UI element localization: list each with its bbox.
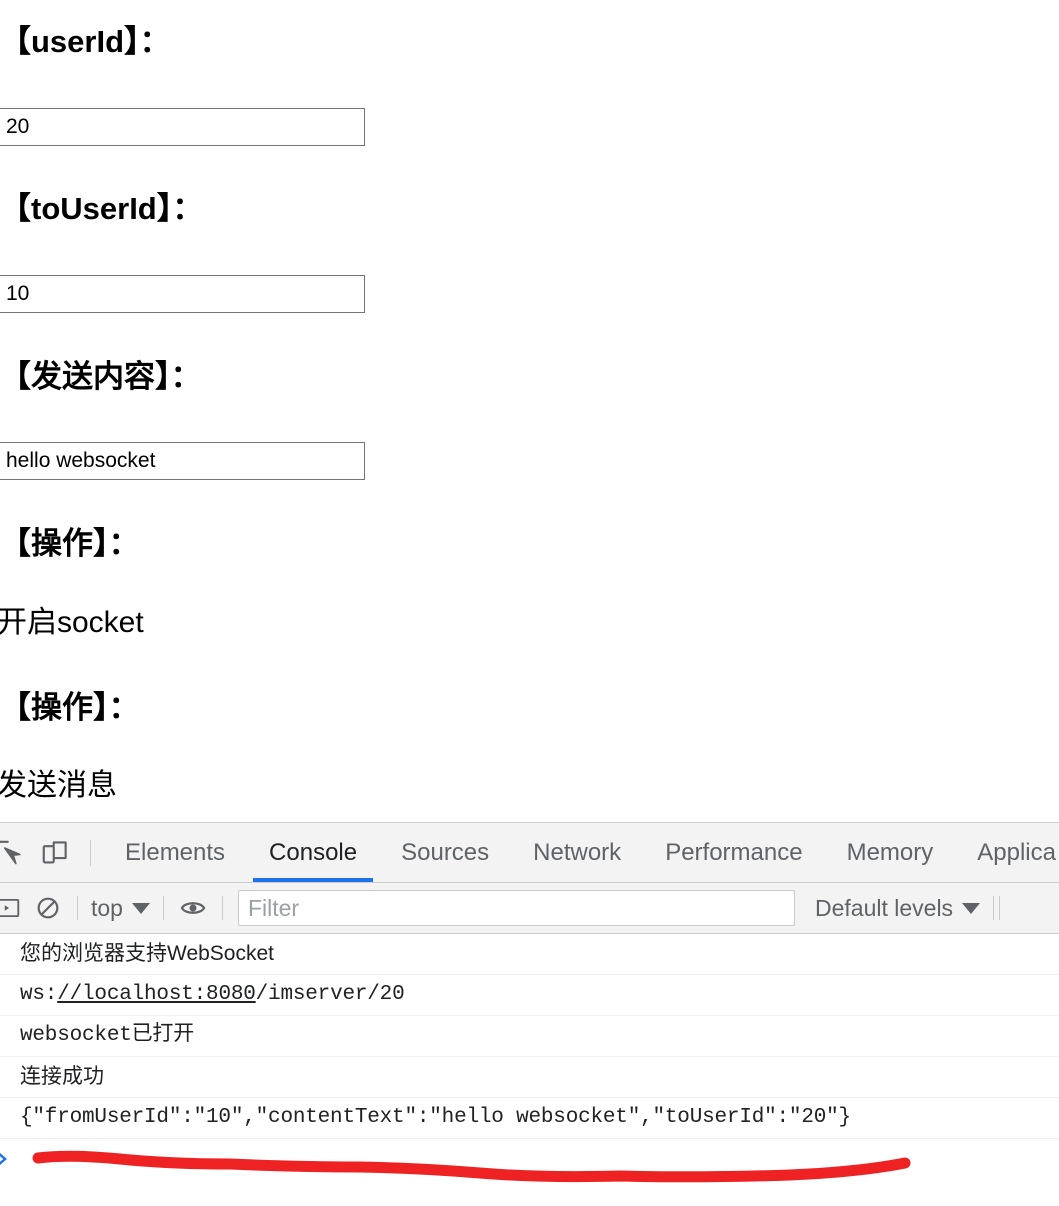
console-filter-toolbar: top Default levels (0, 883, 1059, 934)
console-message-row[interactable]: {"fromUserId":"10","contentText":"hello … (0, 1098, 1059, 1139)
console-message-text: ws://localhost:8080/imserver/20 (20, 983, 405, 1006)
console-filter-input[interactable] (237, 890, 795, 926)
content-input[interactable] (0, 442, 365, 480)
chevron-down-icon (131, 902, 150, 914)
console-message-list: 您的浏览器支持WebSocket ws://localhost:8080/ims… (0, 934, 1059, 1139)
touserid-label: 【toUserId】： (0, 191, 204, 226)
clear-console-icon[interactable] (28, 888, 68, 928)
console-sidebar-icon[interactable] (0, 888, 28, 928)
userid-label: 【userId】： (0, 24, 171, 59)
tab-console[interactable]: Console (247, 824, 379, 882)
console-message-text: websocket已打开 (20, 1024, 195, 1047)
toolbar-divider (221, 896, 223, 920)
toolbar-divider (90, 839, 91, 866)
toolbar-divider (999, 896, 1001, 920)
send-message-action[interactable]: 发送消息 (0, 771, 117, 801)
log-levels-label: Default levels (814, 894, 954, 921)
console-message-text: 您的浏览器支持WebSocket (20, 942, 274, 965)
toolbar-divider (77, 896, 78, 920)
console-prompt-row[interactable] (0, 1139, 1059, 1187)
toolbar-divider (162, 896, 164, 920)
chevron-down-icon (962, 902, 981, 914)
tab-elements[interactable]: Elements (103, 824, 247, 882)
tab-memory[interactable]: Memory (825, 824, 956, 882)
web-page-content: 【userId】： 【toUserId】： 【发送内容】： 【操作】： 开启so… (0, 0, 1059, 822)
devtools-panel: Elements Console Sources Network Perform… (0, 822, 1059, 1206)
execution-context-selector[interactable]: top (87, 895, 154, 922)
inspect-element-icon[interactable] (0, 830, 32, 876)
open-socket-action[interactable]: 开启socket (0, 608, 144, 638)
devtools-tabbar: Elements Console Sources Network Perform… (0, 823, 1059, 883)
console-message-row[interactable]: ws://localhost:8080/imserver/20 (0, 975, 1059, 1016)
userid-input[interactable] (0, 108, 365, 146)
log-levels-selector[interactable]: Default levels (811, 895, 984, 922)
toolbar-divider (993, 896, 995, 920)
ws-path-text: /imserver/20 (255, 983, 405, 1006)
tab-network[interactable]: Network (511, 824, 643, 882)
console-message-row[interactable]: 连接成功 (0, 1057, 1059, 1098)
tab-sources[interactable]: Sources (379, 824, 511, 882)
operation-label-open: 【操作】： (0, 526, 140, 561)
live-expression-eye-icon[interactable] (173, 888, 213, 928)
console-message-row[interactable]: 您的浏览器支持WebSocket (0, 934, 1059, 975)
console-prompt-arrow-icon (0, 1153, 7, 1165)
tab-application[interactable]: Applica (955, 824, 1059, 882)
operation-label-send: 【操作】： (0, 690, 140, 725)
content-label: 【发送内容】： (0, 359, 202, 394)
ws-host-link[interactable]: //localhost:8080 (57, 983, 256, 1006)
tab-performance[interactable]: Performance (643, 824, 824, 882)
ws-scheme-text: ws: (20, 983, 58, 1006)
console-message-text: {"fromUserId":"10","contentText":"hello … (20, 1106, 851, 1129)
device-toolbar-icon[interactable] (32, 830, 78, 876)
console-message-text: 连接成功 (20, 1065, 104, 1088)
execution-context-label: top (91, 894, 123, 921)
touserid-input[interactable] (0, 275, 365, 313)
console-message-row[interactable]: websocket已打开 (0, 1016, 1059, 1057)
